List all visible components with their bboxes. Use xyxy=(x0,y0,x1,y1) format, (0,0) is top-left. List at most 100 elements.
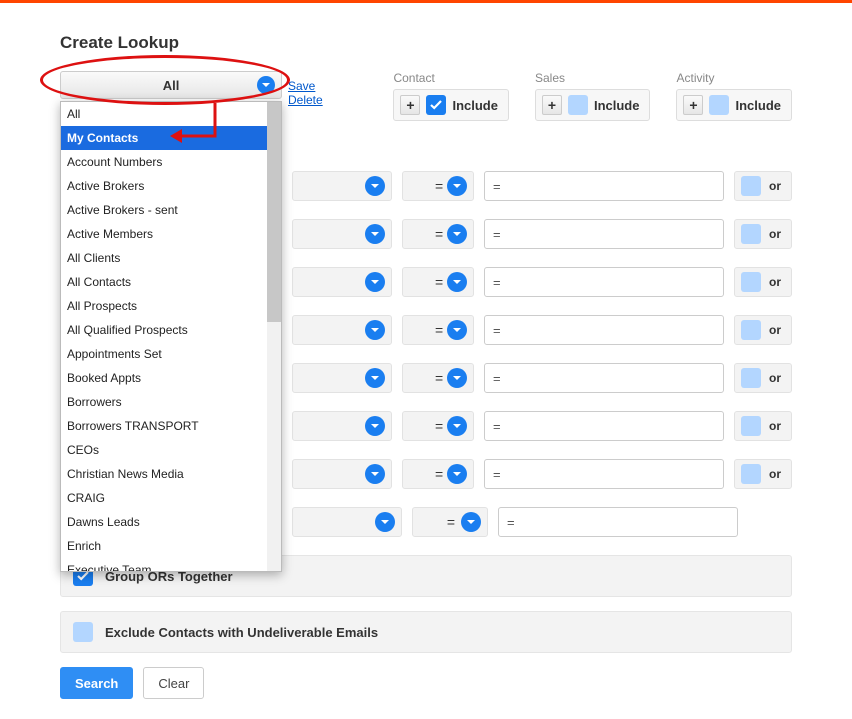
filter-operator-select[interactable]: = xyxy=(402,363,474,393)
include-contact-checkbox[interactable] xyxy=(426,95,446,115)
include-activity-text: Include xyxy=(735,98,781,113)
save-link[interactable]: Save xyxy=(288,79,315,93)
dropdown-item[interactable]: All Prospects xyxy=(61,294,267,318)
dropdown-item[interactable]: CEOs xyxy=(61,438,267,462)
or-checkbox[interactable] xyxy=(741,320,761,340)
add-contact-button[interactable]: + xyxy=(400,95,420,115)
chevron-down-icon xyxy=(447,272,467,292)
or-toggle[interactable]: or xyxy=(734,459,792,489)
delete-link[interactable]: Delete xyxy=(288,93,323,107)
filter-value-input[interactable] xyxy=(484,459,724,489)
or-label: or xyxy=(769,467,781,481)
include-sales-text: Include xyxy=(594,98,640,113)
exclude-undeliverable-checkbox[interactable] xyxy=(73,622,93,642)
filter-value-input[interactable] xyxy=(484,315,724,345)
filter-value-input[interactable] xyxy=(484,219,724,249)
or-checkbox[interactable] xyxy=(741,368,761,388)
operator-value: = xyxy=(431,226,447,242)
filter-field-select[interactable] xyxy=(292,267,392,297)
dropdown-item[interactable]: Active Members xyxy=(61,222,267,246)
exclude-undeliverable-panel: Exclude Contacts with Undeliverable Emai… xyxy=(60,611,792,653)
filter-field-select[interactable] xyxy=(292,171,392,201)
chevron-down-icon xyxy=(365,272,385,292)
add-activity-button[interactable]: + xyxy=(683,95,703,115)
clear-button[interactable]: Clear xyxy=(143,667,204,699)
filter-operator-select[interactable]: = xyxy=(412,507,488,537)
chevron-down-icon xyxy=(365,176,385,196)
or-label: or xyxy=(769,275,781,289)
include-activity-label: Activity xyxy=(676,71,792,85)
operator-value: = xyxy=(431,274,447,290)
filter-operator-select[interactable]: = xyxy=(402,411,474,441)
dropdown-item[interactable]: CRAIG xyxy=(61,486,267,510)
dropdown-item[interactable]: Executive Team xyxy=(61,558,267,572)
filter-value-input[interactable] xyxy=(498,507,738,537)
or-label: or xyxy=(769,371,781,385)
dropdown-item[interactable]: Christian News Media xyxy=(61,462,267,486)
operator-value: = xyxy=(431,418,447,434)
or-toggle[interactable]: or xyxy=(734,171,792,201)
dropdown-item[interactable]: Account Numbers xyxy=(61,150,267,174)
filter-value-input[interactable] xyxy=(484,171,724,201)
filter-value-input[interactable] xyxy=(484,267,724,297)
filter-field-select[interactable] xyxy=(292,219,392,249)
dropdown-item[interactable]: Appointments Set xyxy=(61,342,267,366)
dropdown-item[interactable]: My Contacts xyxy=(61,126,267,150)
chevron-down-icon xyxy=(447,416,467,436)
include-contact-label: Contact xyxy=(393,71,509,85)
or-checkbox[interactable] xyxy=(741,272,761,292)
include-contact-box: + Include xyxy=(393,89,509,121)
or-toggle[interactable]: or xyxy=(734,363,792,393)
or-label: or xyxy=(769,419,781,433)
filter-operator-select[interactable]: = xyxy=(402,459,474,489)
dropdown-item[interactable]: All Qualified Prospects xyxy=(61,318,267,342)
chevron-down-icon xyxy=(365,368,385,388)
add-sales-button[interactable]: + xyxy=(542,95,562,115)
chevron-down-icon xyxy=(365,320,385,340)
or-checkbox[interactable] xyxy=(741,416,761,436)
or-toggle[interactable]: or xyxy=(734,219,792,249)
or-toggle[interactable]: or xyxy=(734,267,792,297)
operator-value: = xyxy=(431,178,447,194)
dropdown-item[interactable]: All Clients xyxy=(61,246,267,270)
chevron-down-icon xyxy=(447,176,467,196)
include-sales-checkbox[interactable] xyxy=(568,95,588,115)
operator-value: = xyxy=(431,322,447,338)
dropdown-item[interactable]: Borrowers xyxy=(61,390,267,414)
include-sales-label: Sales xyxy=(535,71,651,85)
dropdown-item[interactable]: Active Brokers xyxy=(61,174,267,198)
filter-operator-select[interactable]: = xyxy=(402,219,474,249)
filter-value-input[interactable] xyxy=(484,411,724,441)
or-toggle[interactable]: or xyxy=(734,315,792,345)
dropdown-item[interactable]: Dawns Leads xyxy=(61,510,267,534)
dropdown-item[interactable]: All Contacts xyxy=(61,270,267,294)
filter-field-select[interactable] xyxy=(292,507,402,537)
chevron-down-icon xyxy=(365,464,385,484)
filter-field-select[interactable] xyxy=(292,411,392,441)
lookup-select[interactable]: All xyxy=(60,71,282,99)
filter-value-input[interactable] xyxy=(484,363,724,393)
filter-field-select[interactable] xyxy=(292,363,392,393)
include-activity-checkbox[interactable] xyxy=(709,95,729,115)
filter-field-select[interactable] xyxy=(292,459,392,489)
dropdown-item[interactable]: All xyxy=(61,102,267,126)
dropdown-scrollbar[interactable] xyxy=(267,102,281,571)
or-checkbox[interactable] xyxy=(741,176,761,196)
chevron-down-icon xyxy=(447,320,467,340)
include-contact-text: Include xyxy=(452,98,498,113)
operator-value: = xyxy=(431,466,447,482)
dropdown-item[interactable]: Borrowers TRANSPORT xyxy=(61,414,267,438)
include-sales-box: + Include xyxy=(535,89,651,121)
filter-field-select[interactable] xyxy=(292,315,392,345)
filter-operator-select[interactable]: = xyxy=(402,267,474,297)
filter-operator-select[interactable]: = xyxy=(402,171,474,201)
dropdown-item[interactable]: Booked Appts xyxy=(61,366,267,390)
or-toggle[interactable]: or xyxy=(734,411,792,441)
search-button[interactable]: Search xyxy=(60,667,133,699)
filter-operator-select[interactable]: = xyxy=(402,315,474,345)
or-checkbox[interactable] xyxy=(741,224,761,244)
dropdown-item[interactable]: Active Brokers - sent xyxy=(61,198,267,222)
dropdown-item[interactable]: Enrich xyxy=(61,534,267,558)
dropdown-scroll-thumb[interactable] xyxy=(267,102,281,322)
or-checkbox[interactable] xyxy=(741,464,761,484)
